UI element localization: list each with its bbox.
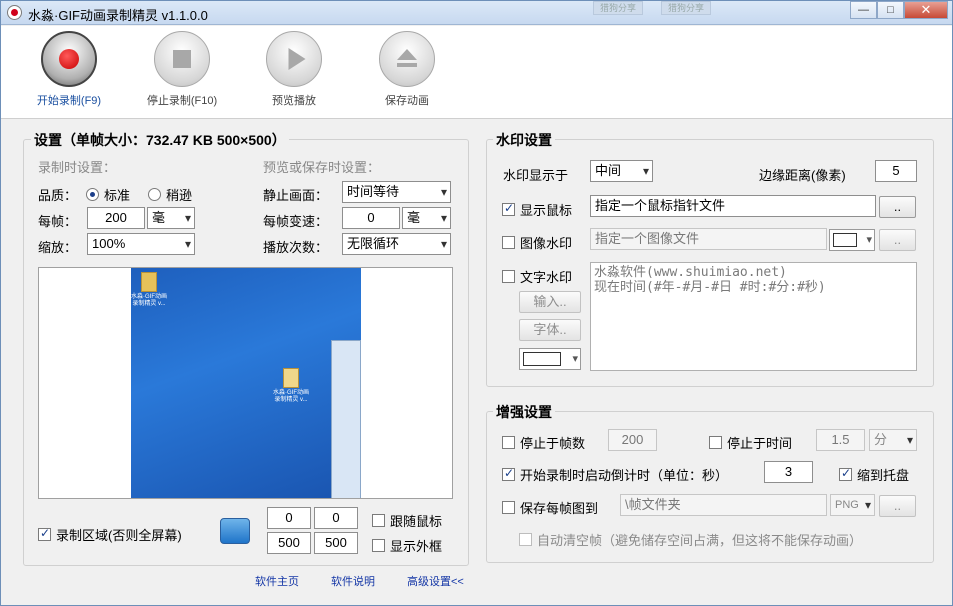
maximize-button[interactable]: □ — [877, 1, 904, 19]
zoom-label: 缩放： — [38, 240, 78, 255]
close-button[interactable]: ✕ — [904, 1, 948, 19]
stop-time-unit-select[interactable]: 分 — [869, 429, 917, 451]
auto-clear-checkbox[interactable]: 自动清空帧（避免储存空间占满，但这将不能保存动画） — [519, 530, 862, 549]
settings-title: 设置（单帧大小：732.47 KB 500×500） — [31, 130, 289, 150]
enhance-title: 增强设置 — [493, 402, 555, 422]
cursor-file-input[interactable]: 指定一个鼠标指针文件 — [590, 195, 876, 217]
minimize-button[interactable]: — — [850, 1, 877, 19]
stop-time-input[interactable]: 1.5 — [816, 429, 865, 451]
still-label: 静止画面： — [263, 188, 329, 203]
quality-sparse-radio[interactable]: 稍逊 — [148, 185, 192, 204]
start-record-label: 开始录制(F9) — [36, 95, 102, 107]
watermark-text-line-2: 现在时间(#年-#月-#日 #时:#分:#秒) — [594, 280, 826, 295]
select-region-button[interactable] — [220, 518, 250, 544]
region-height-input[interactable]: 500 — [314, 532, 358, 554]
start-record-button[interactable]: 开始录制(F9) — [24, 31, 114, 108]
app-record-icon — [7, 5, 22, 20]
image-color-picker[interactable]: ▾ — [829, 229, 875, 251]
stop-icon — [154, 31, 210, 87]
per-frame-label: 每帧： — [38, 214, 78, 229]
record-header: 录制时设置： — [38, 160, 117, 175]
image-browse-button[interactable]: .. — [879, 229, 916, 251]
frame-folder-browse-button[interactable]: .. — [879, 495, 916, 517]
show-frame-checkbox[interactable]: 显示外框 — [372, 536, 442, 555]
text-font-button[interactable]: 字体.. — [519, 319, 581, 341]
record-region-checkbox[interactable]: 录制区域(否则全屏幕) — [38, 525, 182, 544]
software-help-link[interactable]: 软件说明 — [331, 573, 375, 589]
stop-record-button[interactable]: 停止录制(F10) — [137, 31, 227, 108]
eject-icon — [379, 31, 435, 87]
watermark-position-select[interactable]: 中间 — [590, 160, 653, 182]
per-frame-input[interactable]: 200 — [87, 207, 145, 229]
quality-standard-radio[interactable]: 标准 — [86, 185, 130, 204]
still-select[interactable]: 时间等待 — [342, 181, 451, 203]
save-animation-label: 保存动画 — [385, 95, 429, 107]
speed-label: 每帧变速： — [263, 214, 329, 229]
desktop-icon-label-2: 水淼·GIF动画录制精灵 v... — [273, 390, 309, 403]
watermark-text-line-1: 水淼软件(www.shuimiao.net) — [594, 265, 787, 280]
speed-unit-select[interactable]: 毫 — [402, 207, 451, 229]
loop-select[interactable]: 无限循环 — [342, 233, 451, 255]
title-bar: 水淼·GIF动画录制精灵 v1.1.0.0 猎狗分享 猎狗分享 — □ ✕ — [1, 1, 952, 25]
speed-input[interactable]: 0 — [342, 207, 400, 229]
watermark-text-area[interactable]: 水淼软件(www.shuimiao.net) 现在时间(#年-#月-#日 #时:#… — [590, 262, 917, 371]
capture-preview[interactable]: 水淼·GIF动画录制精灵 v... 水淼·GIF动画录制精灵 v... — [38, 267, 453, 499]
save-animation-button[interactable]: 保存动画 — [362, 31, 452, 108]
quality-label: 品质： — [38, 188, 78, 203]
follow-mouse-checkbox[interactable]: 跟随鼠标 — [372, 511, 442, 530]
watermark-margin-input[interactable]: 5 — [875, 160, 917, 182]
frame-folder-input[interactable]: \帧文件夹 — [620, 494, 827, 516]
window-title: 水淼·GIF动画录制精灵 v1.1.0.0 — [28, 8, 208, 23]
region-width-input[interactable]: 500 — [267, 532, 311, 554]
per-frame-unit-select[interactable]: 毫 — [147, 207, 195, 229]
image-watermark-checkbox[interactable]: 图像水印 — [502, 233, 572, 252]
minimize-to-tray-checkbox[interactable]: 缩到托盘 — [839, 465, 909, 484]
countdown-checkbox[interactable]: 开始录制时启动倒计时（单位：秒） — [502, 465, 728, 484]
record-icon — [41, 31, 97, 87]
preview-header: 预览或保存时设置： — [263, 160, 381, 175]
preview-play-label: 预览播放 — [272, 95, 316, 107]
ghost-button-1[interactable]: 猎狗分享 — [593, 1, 644, 15]
preview-play-button[interactable]: 预览播放 — [249, 31, 339, 108]
frame-format-select[interactable]: PNG — [830, 494, 875, 516]
toolbar: 开始录制(F9) 停止录制(F10) 预览播放 保存动画 — [1, 26, 952, 119]
explorer-window-thumbnail — [331, 340, 361, 498]
stop-record-label: 停止录制(F10) — [146, 95, 218, 107]
text-color-picker[interactable]: ▾ — [519, 348, 581, 370]
save-each-frame-checkbox[interactable]: 保存每帧图到 — [502, 498, 598, 517]
text-watermark-checkbox[interactable]: 文字水印 — [502, 267, 572, 286]
watermark-position-label: 水印显示于 — [503, 168, 569, 183]
ghost-button-2[interactable]: 猎狗分享 — [661, 1, 712, 15]
watermark-title: 水印设置 — [493, 130, 555, 150]
zoom-select[interactable]: 100% — [87, 233, 195, 255]
desktop-thumbnail: 水淼·GIF动画录制精灵 v... 水淼·GIF动画录制精灵 v... — [131, 268, 361, 498]
cursor-browse-button[interactable]: .. — [879, 196, 916, 218]
countdown-input[interactable]: 3 — [764, 461, 813, 483]
software-home-link[interactable]: 软件主页 — [255, 573, 299, 589]
loop-label: 播放次数： — [263, 240, 329, 255]
desktop-folder-icon: 水淼·GIF动画录制精灵 v... — [131, 272, 167, 308]
text-input-button[interactable]: 输入.. — [519, 291, 581, 313]
main-window: 水淼·GIF动画录制精灵 v1.1.0.0 猎狗分享 猎狗分享 — □ ✕ 开始… — [0, 0, 953, 606]
desktop-icon-label-1: 水淼·GIF动画录制精灵 v... — [131, 294, 167, 307]
show-cursor-checkbox[interactable]: 显示鼠标 — [502, 200, 572, 219]
stop-at-time-checkbox[interactable]: 停止于时间 — [709, 433, 792, 452]
stop-frames-input[interactable]: 200 — [608, 429, 657, 451]
watermark-margin-label: 边缘距离(像素) — [759, 168, 846, 183]
image-file-input[interactable]: 指定一个图像文件 — [590, 228, 827, 250]
desktop-app-icon: 水淼·GIF动画录制精灵 v... — [271, 368, 311, 404]
advanced-settings-link[interactable]: 高级设置<< — [407, 573, 464, 589]
stop-at-frames-checkbox[interactable]: 停止于帧数 — [502, 433, 585, 452]
region-y-input[interactable]: 0 — [314, 507, 358, 529]
play-icon — [266, 31, 322, 87]
region-x-input[interactable]: 0 — [267, 507, 311, 529]
